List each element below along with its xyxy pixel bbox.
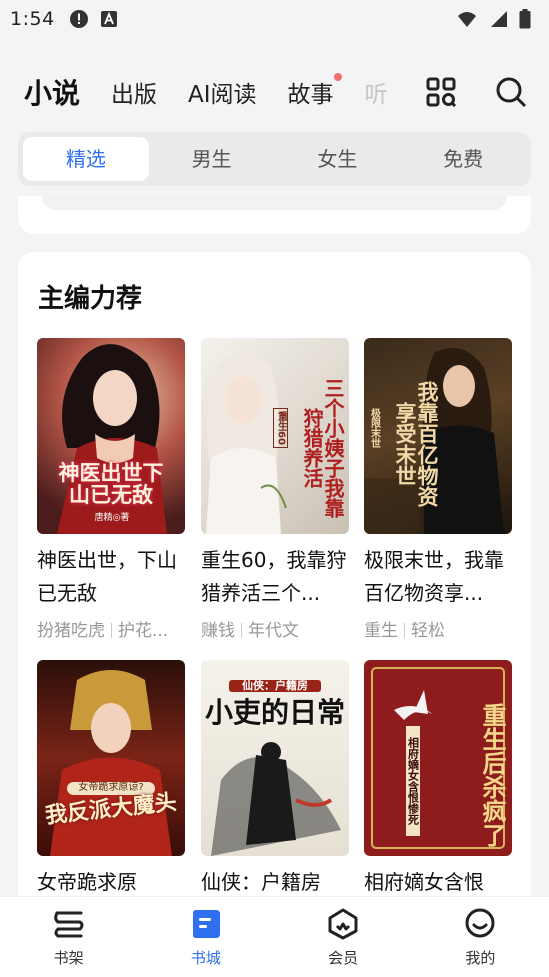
signal-icon	[491, 11, 507, 27]
cover-author: 极限末世	[368, 408, 380, 448]
tab-novel[interactable]: 小说	[24, 72, 80, 112]
cover-author: 相府嫡女含恨惨死	[406, 726, 420, 836]
tag-divider	[241, 623, 242, 638]
book-tag: 年代文	[248, 621, 299, 641]
wifi-icon	[458, 12, 476, 27]
cover-author: 仙侠：户籍房	[229, 680, 321, 692]
cover-title: 小吏的日常	[205, 696, 346, 729]
notification-dot	[333, 73, 342, 81]
tab-story-label: 故事	[287, 82, 334, 108]
tag-divider	[111, 623, 112, 638]
status-time: 1:54	[10, 8, 55, 30]
previous-section-inner	[42, 196, 507, 210]
bottom-tab-bookstore[interactable]: 书城	[137, 897, 274, 977]
bottom-tab-profile[interactable]: 我的	[412, 897, 549, 977]
bottom-tab-bookshelf[interactable]: 书架	[0, 897, 137, 977]
bottom-tab-membership[interactable]: 会员	[275, 897, 412, 977]
book-tags: 扮猪吃虎 护花...	[37, 616, 185, 641]
search-icon[interactable]	[495, 76, 527, 108]
book-title: 极限末世，我靠百亿物资享...	[364, 548, 504, 605]
book-cover: 仙侠：户籍房 小吏的日常	[201, 660, 349, 856]
bookstore-icon	[192, 910, 220, 938]
crown-icon	[328, 908, 358, 940]
book-tags: 重生 轻松	[364, 616, 512, 641]
tab-listen[interactable]: 听	[365, 75, 388, 109]
channel-segment-control: 精选 男生 女生 免费	[18, 132, 531, 186]
bookshelf-icon	[53, 911, 84, 938]
app-notification-icon	[100, 11, 117, 27]
book-cover: 女帝跪求原谅? 我反派大魔头	[37, 660, 185, 856]
segment-free[interactable]: 免费	[400, 137, 526, 181]
bottom-nav: 书架 书城 会员 我的	[0, 896, 549, 977]
tab-ai-reading[interactable]: AI阅读	[188, 75, 257, 109]
book-card[interactable]: 三个小姨子我靠狩猎养活 重生60 重生60，我靠狩猎养活三个... 赚钱 年代文	[201, 338, 349, 641]
segment-female[interactable]: 女生	[275, 137, 401, 181]
cover-title: 神医出世下山已无敌	[58, 461, 164, 508]
battery-icon	[519, 9, 531, 29]
book-title: 神医出世，下山已无敌	[37, 548, 177, 605]
book-tag: 赚钱	[201, 621, 235, 641]
cover-author: 重生60	[273, 408, 288, 448]
editor-picks-section: 主编力荐 神医出世下山已无敌 唐精◎著 神医出世，下山已无敌 扮猪吃虎 护花...	[18, 252, 531, 912]
tab-story[interactable]: 故事	[287, 73, 342, 109]
previous-section-card	[18, 196, 531, 234]
book-tag: 轻松	[411, 621, 445, 641]
cover-author: 唐精◎著	[94, 513, 130, 523]
book-title: 重生60，我靠狩猎养活三个...	[201, 548, 347, 605]
book-cover: 神医出世下山已无敌 唐精◎著	[37, 338, 185, 534]
book-card[interactable]: 女帝跪求原谅? 我反派大魔头 女帝跪求原	[37, 660, 185, 912]
tag-divider	[404, 623, 405, 638]
book-card[interactable]: 仙侠：户籍房 小吏的日常 仙侠：户籍房	[201, 660, 349, 912]
book-card[interactable]: 重生后杀疯了 相府嫡女含恨惨死 相府嫡女含恨	[364, 660, 512, 912]
tab-publish[interactable]: 出版	[111, 75, 157, 109]
bottom-tab-label: 我的	[465, 949, 496, 967]
book-tag: 扮猪吃虎	[37, 621, 105, 641]
bottom-tab-label: 会员	[328, 949, 359, 967]
book-card[interactable]: 我靠百亿物资享受末世 极限末世 极限末世，我靠百亿物资享... 重生 轻松	[364, 338, 512, 641]
segment-male[interactable]: 男生	[149, 137, 275, 181]
category-grid-icon[interactable]	[425, 76, 457, 108]
book-tag: 重生	[364, 621, 398, 641]
section-title: 主编力荐	[38, 284, 143, 314]
alert-icon	[69, 10, 88, 28]
cover-title: 三个小姨子我靠狩猎养活	[300, 378, 345, 518]
segment-featured[interactable]: 精选	[23, 137, 149, 181]
book-cover: 我靠百亿物资享受末世 极限末世	[364, 338, 512, 534]
book-cover: 三个小姨子我靠狩猎养活 重生60	[201, 338, 349, 534]
book-tag: 护花...	[118, 621, 169, 641]
cover-title: 重生后杀疯了	[478, 703, 506, 847]
top-nav: 小说 出版 AI阅读 故事 听	[0, 66, 549, 118]
profile-smile-icon	[465, 908, 495, 938]
book-cover: 重生后杀疯了 相府嫡女含恨惨死	[364, 660, 512, 856]
book-card[interactable]: 神医出世下山已无敌 唐精◎著 神医出世，下山已无敌 扮猪吃虎 护花...	[37, 338, 185, 641]
bottom-tab-label: 书城	[190, 949, 221, 967]
cover-title: 我靠百亿物资享受末世	[392, 381, 439, 507]
book-tags: 赚钱 年代文	[201, 616, 349, 641]
bottom-tab-label: 书架	[53, 949, 84, 967]
status-bar: 1:54	[0, 0, 549, 38]
